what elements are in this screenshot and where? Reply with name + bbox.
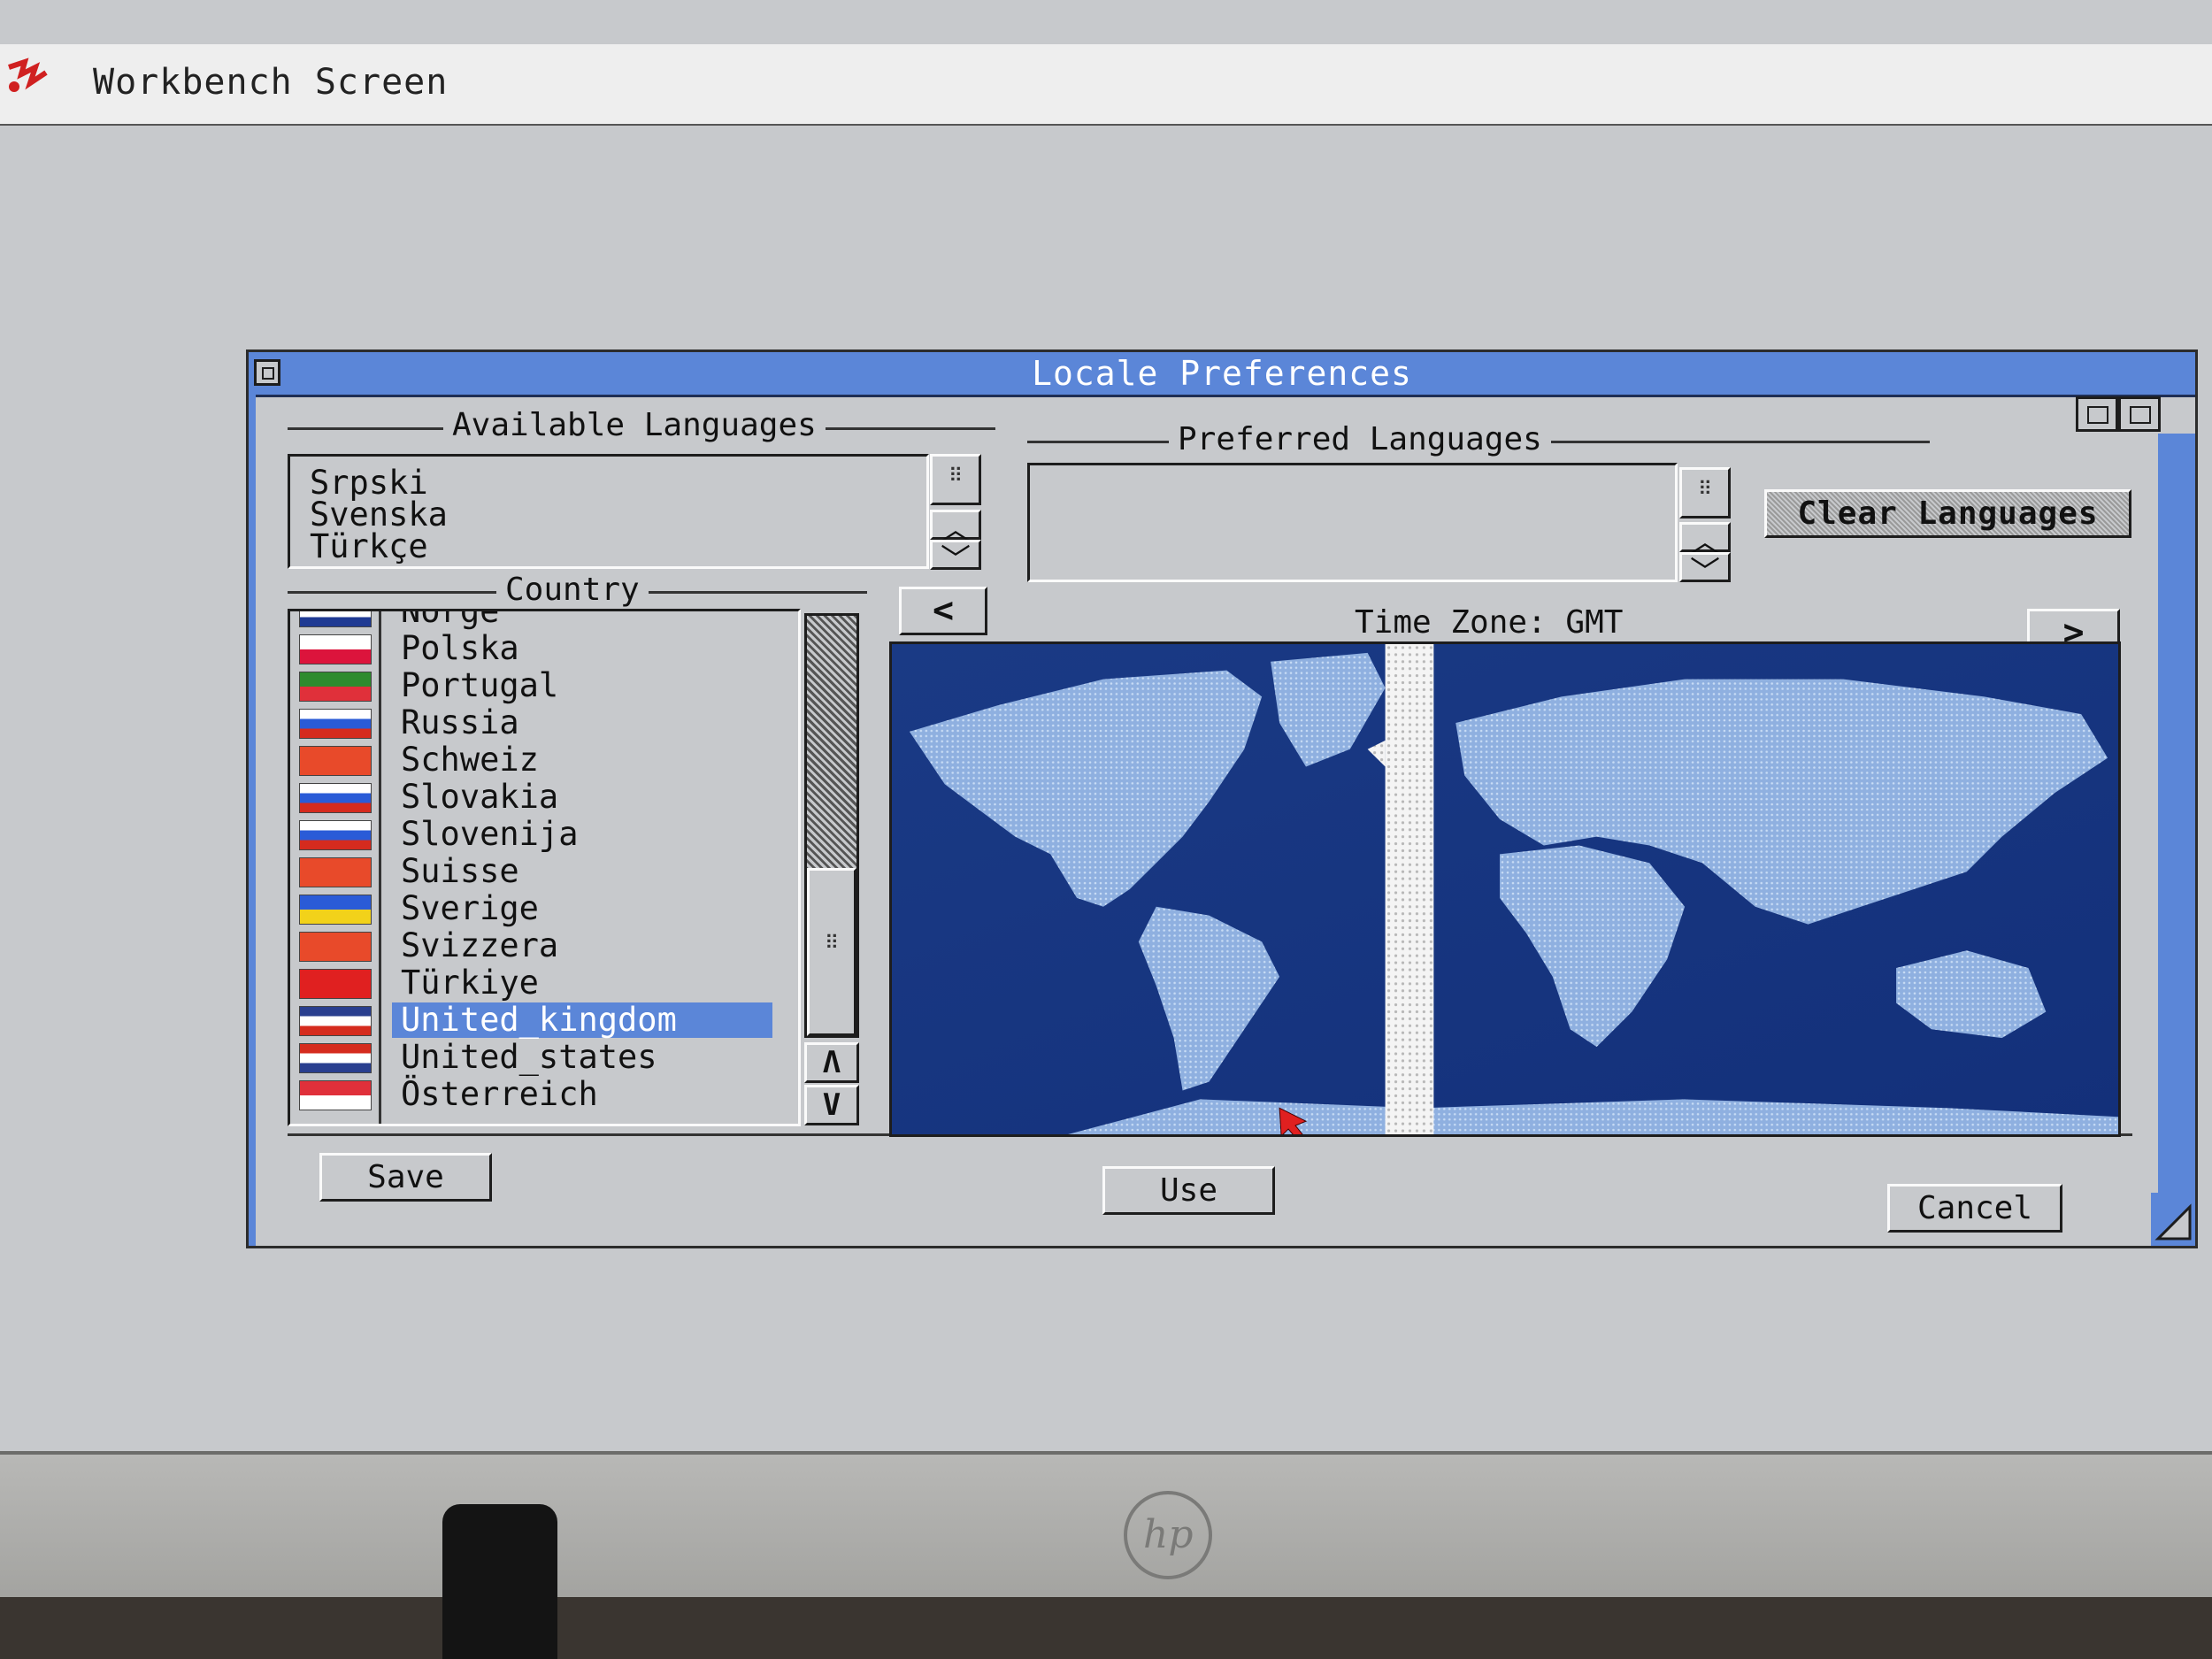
available-languages-scroll-up[interactable]: ︿	[930, 510, 981, 548]
window-title-bar[interactable]: Locale Preferences	[249, 352, 2195, 397]
window-right-border	[2158, 434, 2195, 1246]
preferred-languages-scroll-knob[interactable]: ⠿	[1679, 467, 1731, 518]
knob-grip-icon: ⠿	[948, 465, 964, 488]
country-scroll-up[interactable]: Λ	[804, 1042, 859, 1083]
time-zone-label: Time Zone: GMT	[1355, 604, 1624, 641]
country-list-item[interactable]: Schweiz	[401, 741, 539, 779]
country-scroll-down[interactable]: V	[804, 1085, 859, 1125]
country-flag-icon	[299, 857, 372, 887]
country-list-item[interactable]: Slovenija	[401, 815, 578, 853]
window-title: Locale Preferences	[1032, 354, 1412, 393]
country-list-item[interactable]: Slovakia	[401, 778, 558, 816]
chevron-up-icon: Λ	[822, 1045, 841, 1080]
country-flag-icon	[299, 746, 372, 776]
knob-grip-icon: ⠿	[1697, 479, 1713, 501]
country-flag-icon	[299, 969, 372, 999]
clear-languages-button[interactable]: Clear Languages	[1764, 489, 2131, 538]
preferred-languages-list[interactable]	[1027, 463, 1678, 582]
preferred-languages-label: Preferred Languages	[1169, 421, 1551, 457]
chevron-down-icon: V	[822, 1087, 841, 1123]
country-list-item[interactable]: Portugal	[401, 666, 558, 704]
country-flag-icon	[299, 709, 372, 739]
available-languages-label: Available Languages	[443, 407, 826, 443]
monitor-bezel	[0, 1451, 2212, 1601]
available-languages-scroll-down[interactable]: ﹀	[930, 540, 981, 578]
country-list-item[interactable]: Österreich	[401, 1075, 598, 1113]
country-list-item[interactable]: Suisse	[401, 852, 519, 890]
zoom-gadget-icon[interactable]	[2076, 396, 2118, 432]
usb-plug-icon	[442, 1504, 557, 1659]
chevron-down-icon: ﹀	[941, 542, 971, 578]
country-flag-icon	[299, 932, 372, 962]
country-list-item[interactable]: Polska	[401, 629, 519, 667]
cancel-button[interactable]: Cancel	[1887, 1184, 2062, 1233]
country-flag-icon	[299, 783, 372, 813]
country-flag-icon	[299, 895, 372, 925]
workbench-screen: Workbench Screen Locale Preferences Avai…	[0, 0, 2212, 1451]
country-list-item[interactable]: Sverige	[401, 889, 539, 927]
country-list[interactable]: Norge Polska Portugal Russia Schweiz Slovakia…	[288, 609, 801, 1126]
save-button[interactable]: Save	[319, 1153, 492, 1202]
timezone-prev-button[interactable]: <	[899, 587, 987, 635]
list-item[interactable]: Türkçe	[310, 527, 428, 565]
country-flag-icon	[299, 611, 372, 627]
desk-surface	[0, 1597, 2212, 1659]
resize-gadget-icon[interactable]	[2151, 1193, 2195, 1246]
preferred-languages-scroll-down[interactable]: ﹀	[1679, 552, 1731, 590]
country-list-item[interactable]: United_kingdom	[401, 1001, 677, 1039]
screen-title-bar: Workbench Screen	[0, 44, 2212, 126]
country-flag-icon	[299, 820, 372, 850]
country-flag-icon	[299, 1043, 372, 1073]
world-map-timezone[interactable]	[889, 641, 2121, 1137]
hp-logo-icon: hp	[1124, 1491, 1212, 1579]
country-list-item[interactable]: Svizzera	[401, 926, 558, 964]
country-flag-icon	[299, 1006, 372, 1036]
country-scrollbar[interactable]: ⠿	[804, 613, 859, 1038]
use-button[interactable]: Use	[1102, 1166, 1275, 1215]
window-left-border	[249, 395, 256, 1246]
country-list-item[interactable]: Türkiye	[401, 964, 539, 1002]
arrow-left-icon: <	[932, 590, 955, 631]
screen-title: Workbench Screen	[93, 62, 449, 103]
country-flag-icon	[299, 1080, 372, 1110]
available-languages-list[interactable]: Srpski Svenska Türkçe	[288, 454, 929, 569]
knob-grip-icon: ⠿	[824, 933, 840, 955]
country-flag-icon	[299, 672, 372, 702]
chevron-down-icon: ﹀	[1690, 555, 1720, 590]
country-list-item[interactable]: United_states	[401, 1038, 657, 1076]
country-flag-icon	[299, 634, 372, 664]
flag-column-divider	[379, 611, 381, 1124]
country-list-item[interactable]: Russia	[401, 703, 519, 741]
country-scroll-knob[interactable]: ⠿	[807, 868, 856, 1036]
amiga-boing-icon	[8, 58, 48, 92]
country-list-item[interactable]: Norge	[401, 611, 499, 630]
country-label: Country	[496, 572, 649, 608]
available-languages-scroll-knob[interactable]: ⠿	[930, 454, 981, 505]
depth-gadget-icon[interactable]	[2118, 396, 2161, 432]
preferred-languages-scroll-up[interactable]: ︿	[1679, 522, 1731, 560]
